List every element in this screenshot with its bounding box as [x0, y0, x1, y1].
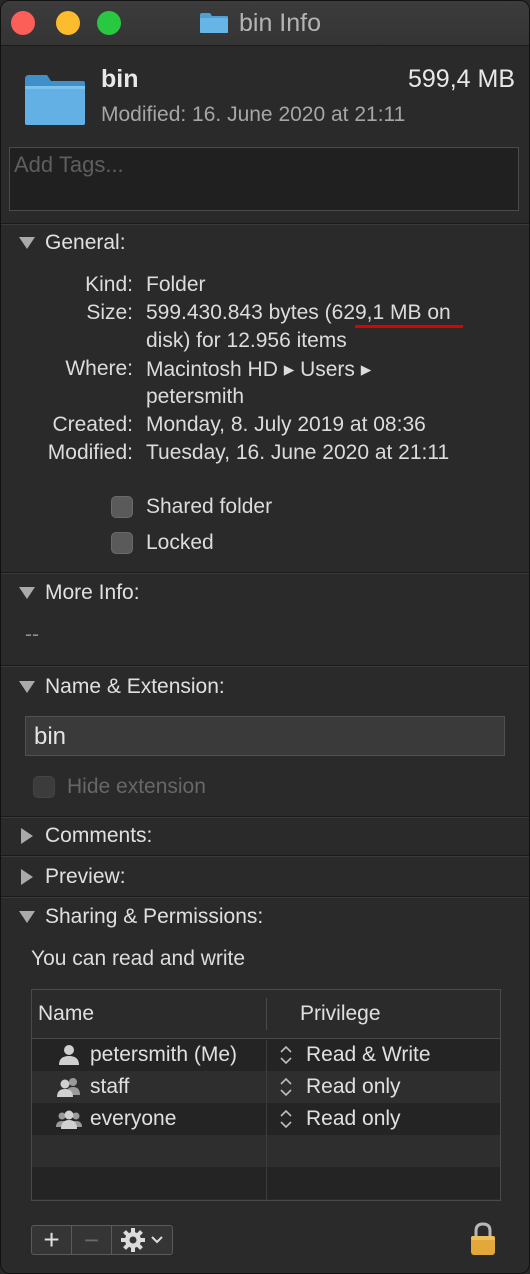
section-name-extension-title: Name & Extension: [45, 675, 225, 698]
group-icon [57, 1078, 80, 1097]
modified-value: Tuesday, 16. June 2020 at 21:11 [146, 441, 450, 464]
kind-value: Folder [146, 273, 206, 296]
divider [1, 223, 529, 225]
more-info-value: -- [25, 623, 39, 646]
divider [1, 665, 529, 667]
hide-extension-checkbox[interactable] [33, 776, 55, 798]
zoom-button[interactable] [97, 11, 121, 35]
permissions-table: Name Privilege petersmith (Me) Read & Wr… [31, 989, 501, 1201]
disclosure-down-icon [19, 681, 35, 693]
where-value-line1: Macintosh HD ▸ Users ▸ [146, 358, 372, 381]
privilege-value[interactable]: Read & Write [306, 1043, 431, 1067]
divider [1, 855, 529, 857]
minimize-button[interactable] [56, 11, 80, 35]
disclosure-down-icon [19, 587, 35, 599]
created-label: Created: [52, 413, 133, 436]
size-value-line2: disk) for 12.956 items [146, 329, 347, 352]
folder-icon [200, 13, 228, 33]
section-general-title: General: [45, 231, 126, 254]
gear-icon [121, 1228, 145, 1252]
section-name-extension-toggle[interactable]: Name & Extension: [19, 674, 225, 700]
section-preview-title: Preview: [45, 865, 126, 888]
section-more-info-title: More Info: [45, 581, 140, 604]
column-divider [266, 1040, 267, 1200]
file-name: bin [101, 65, 139, 93]
user-name: staff [90, 1075, 130, 1098]
locked-label[interactable]: Locked [146, 531, 214, 555]
divider [1, 572, 529, 574]
hide-extension-label: Hide extension [67, 775, 206, 798]
chevron-down-icon [151, 1236, 163, 1244]
size-value-line1: 599.430.843 bytes (629,1 MB on [146, 301, 451, 324]
everyone-icon [56, 1110, 82, 1129]
user-name: everyone [90, 1107, 177, 1130]
title-bar[interactable]: bin Info [1, 1, 529, 46]
section-preview-toggle[interactable]: Preview: [19, 864, 126, 890]
column-divider [266, 998, 267, 1030]
where-label: Where: [65, 357, 133, 380]
section-comments-toggle[interactable]: Comments: [19, 823, 152, 849]
window-title: bin Info [239, 8, 322, 37]
tags-field[interactable]: Add Tags... [9, 147, 519, 211]
shared-folder-checkbox[interactable] [111, 496, 133, 518]
chevron-updown-icon[interactable] [278, 1075, 294, 1099]
lock-icon[interactable] [469, 1221, 497, 1257]
section-general-toggle[interactable]: General: [19, 230, 126, 256]
disclosure-down-icon [19, 237, 35, 249]
name-input[interactable]: bin [25, 716, 505, 756]
column-header-name[interactable]: Name [38, 1002, 94, 1026]
file-size: 599,4 MB [407, 65, 515, 93]
info-window: bin Info bin 599,4 MB Modified: 16. June… [0, 0, 530, 1274]
permission-note: You can read and write [31, 947, 246, 970]
folder-icon [25, 75, 85, 125]
kind-label: Kind: [85, 273, 133, 296]
add-button[interactable]: + [31, 1225, 72, 1255]
section-sharing-title: Sharing & Permissions: [45, 905, 264, 928]
close-button[interactable] [11, 11, 35, 35]
disclosure-down-icon [19, 911, 35, 923]
chevron-updown-icon[interactable] [278, 1107, 294, 1131]
modified-label: Modified: [47, 441, 133, 464]
chevron-updown-icon[interactable] [278, 1043, 294, 1067]
section-comments-title: Comments: [45, 824, 153, 847]
minus-icon: − [83, 1225, 100, 1255]
column-header-privilege[interactable]: Privilege [300, 1002, 381, 1026]
privilege-value[interactable]: Read only [306, 1107, 401, 1131]
created-value: Monday, 8. July 2019 at 08:36 [146, 413, 426, 436]
window-title-group: bin Info [199, 9, 321, 37]
privilege-value[interactable]: Read only [306, 1075, 401, 1099]
shared-folder-label[interactable]: Shared folder [146, 495, 272, 519]
section-sharing-toggle[interactable]: Sharing & Permissions: [19, 904, 263, 930]
divider [1, 896, 529, 898]
user-icon [59, 1045, 79, 1065]
plus-icon: + [43, 1224, 60, 1255]
user-name: petersmith (Me) [90, 1043, 238, 1066]
where-value-line2: petersmith [146, 385, 245, 408]
table-header: Name Privilege [32, 990, 500, 1039]
modified-date: Modified: 16. June 2020 at 21:11 [101, 103, 406, 126]
remove-button[interactable]: − [71, 1225, 112, 1255]
divider [1, 816, 529, 818]
action-menu-button[interactable] [111, 1225, 173, 1255]
red-underline-annotation [355, 325, 463, 328]
locked-checkbox[interactable] [111, 532, 133, 554]
size-label: Size: [86, 301, 133, 324]
disclosure-right-icon [21, 828, 33, 844]
section-more-info-toggle[interactable]: More Info: [19, 580, 140, 606]
disclosure-right-icon [21, 869, 33, 885]
